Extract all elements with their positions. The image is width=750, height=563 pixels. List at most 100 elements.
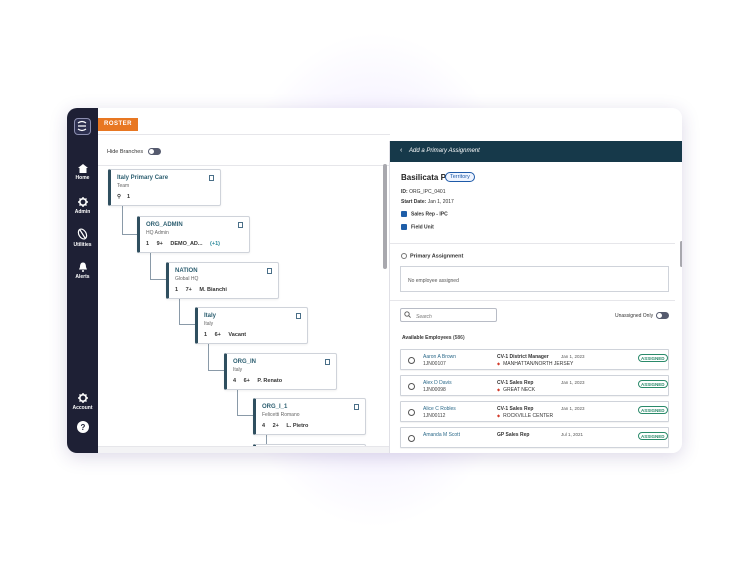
document-icon[interactable]: [209, 175, 214, 181]
select-radio[interactable]: [408, 383, 415, 390]
help-icon: ?: [76, 421, 89, 433]
start-date-label: Start Date:: [401, 199, 427, 205]
document-icon[interactable]: [325, 359, 330, 365]
nav-alerts-label: Alerts: [75, 274, 90, 280]
node-title: ORG_IN: [233, 359, 257, 365]
type-badge: Territory: [445, 172, 475, 182]
assignment-slot[interactable]: No employee assigned: [400, 266, 669, 292]
employee-name[interactable]: Amanda M Scott: [423, 432, 460, 438]
document-icon[interactable]: [354, 404, 359, 410]
employee-territory: MANHATTAN/NORTH JERSEY: [497, 361, 573, 367]
start-date: Start Date: Jan 1, 2017: [401, 199, 454, 205]
hide-branches-toggle[interactable]: [148, 148, 161, 155]
assignment-panel: ‹ Add a Primary Assignment Basilicata PC…: [389, 141, 682, 453]
nav-utilities[interactable]: Utilities: [67, 228, 98, 248]
node-subtitle: Global HQ: [175, 276, 199, 282]
top-bar: ROSTER: [98, 108, 682, 134]
select-radio[interactable]: [408, 435, 415, 442]
nav-home-label: Home: [75, 175, 90, 181]
employee-id: 1JN00098: [423, 387, 446, 393]
status-badge: ASSIGNED: [638, 406, 668, 414]
nav-admin[interactable]: Admin: [67, 197, 98, 215]
available-count: (586): [452, 335, 465, 341]
employee-territory: GREAT NECK: [497, 387, 535, 393]
node-children-count: 1: [146, 241, 150, 247]
search-icon: [404, 311, 411, 318]
select-radio[interactable]: [408, 409, 415, 416]
tree-node-card[interactable]: ORG_ADMIN HQ Admin 1 9+ DEMO_AD... (+1): [137, 216, 250, 253]
hierarchy-icon: ⚲: [117, 194, 122, 200]
role-value: Sales Rep - IPC: [411, 211, 448, 218]
node-members-count: 9+: [156, 241, 163, 247]
node-metrics: 4 6+ P. Renato: [233, 378, 288, 384]
panel-header-title: Add a Primary Assignment: [409, 148, 480, 154]
nav-admin-label: Admin: [74, 209, 91, 215]
employee-name[interactable]: Alice C Robles: [423, 406, 456, 412]
node-title: Italy Primary Care: [117, 175, 169, 181]
document-icon[interactable]: [238, 222, 243, 228]
node-title: Italy: [204, 313, 217, 319]
employee-row[interactable]: Amanda M Scott GP Sales Rep Jul 1, 2021 …: [400, 427, 669, 448]
account-gear-icon: [77, 393, 88, 403]
bell-icon: [78, 262, 87, 272]
utilities-icon: [77, 228, 88, 240]
employee-date: Jan 1, 2023: [561, 380, 585, 385]
node-members-count: 2+: [272, 423, 279, 429]
employee-search-input[interactable]: [400, 308, 497, 322]
nav-utilities-label: Utilities: [73, 242, 92, 248]
nav-home[interactable]: Home: [67, 164, 98, 181]
tree-node-card[interactable]: Italy Primary Care Team ⚲ 1: [108, 169, 221, 206]
tree-node-card[interactable]: NATION Global HQ 1 7+ M. Bianchi: [166, 262, 279, 299]
node-members-count: 7+: [185, 287, 192, 293]
employee-id: 1JN00112: [423, 413, 446, 419]
back-chevron-icon[interactable]: ‹: [400, 147, 402, 154]
employee-row[interactable]: Alice C Robles 1JN00112 CV-1 Sales Rep R…: [400, 401, 669, 422]
employee-row[interactable]: Alex D Davis 1JN00098 CV-1 Sales Rep GRE…: [400, 375, 669, 396]
employee-name[interactable]: Aaron A Brown: [423, 354, 456, 360]
document-icon[interactable]: [296, 313, 301, 319]
svg-text:?: ?: [80, 423, 85, 432]
node-members-count: 6+: [214, 332, 221, 338]
tree-node-card[interactable]: Italy Italy 1 6+ Vacant: [195, 307, 308, 344]
employee-name[interactable]: Alex D Davis: [423, 380, 452, 386]
unassigned-only-label: Unassigned Only: [615, 313, 654, 319]
help-button[interactable]: ?: [67, 421, 98, 433]
divider: [390, 243, 675, 244]
node-extra-count[interactable]: (+1): [210, 241, 220, 247]
app-logo[interactable]: [74, 118, 91, 135]
node-title: NATION: [175, 268, 198, 274]
node-title: ORG_I_1: [262, 404, 288, 410]
employee-id: 1JN00107: [423, 361, 446, 367]
node-owner: Vacant: [228, 332, 247, 338]
node-subtitle: Felicetti Romano: [262, 412, 300, 418]
panel-scrollbar[interactable]: [680, 241, 682, 267]
primary-assignment-heading: Primary Assignment: [401, 253, 463, 259]
unassigned-only-toggle[interactable]: [656, 312, 669, 319]
primary-assignment-label: Primary Assignment: [410, 253, 464, 260]
employee-role: CV-1 District Manager: [497, 354, 549, 360]
nav-alerts[interactable]: Alerts: [67, 262, 98, 280]
node-owner: DEMO_AD...: [170, 241, 203, 247]
status-badge: ASSIGNED: [638, 432, 668, 440]
node-metrics: 1 6+ Vacant: [204, 332, 252, 338]
available-label: Available Employees: [402, 335, 452, 341]
roster-tab[interactable]: ROSTER: [98, 118, 139, 131]
tree-scrollbar[interactable]: [383, 164, 387, 269]
node-subtitle: HQ Admin: [146, 230, 169, 236]
select-radio[interactable]: [408, 357, 415, 364]
document-icon[interactable]: [267, 268, 272, 274]
nav-account[interactable]: Account: [67, 393, 98, 411]
employee-date: Jul 1, 2021: [561, 432, 584, 437]
tree-node-card[interactable]: ORG_I_1 Felicetti Romano 4 2+ L. Pietro: [253, 398, 366, 435]
employee-row[interactable]: Aaron A Brown 1JN00107 CV-1 District Man…: [400, 349, 669, 370]
home-icon: [77, 164, 88, 173]
tree-node-card[interactable]: ORG_IN Italy 4 6+ P. Renato: [224, 353, 337, 390]
node-children-count: 4: [262, 423, 266, 429]
gear-icon: [77, 197, 88, 207]
nav-account-label: Account: [72, 405, 93, 411]
node-members-count: 6+: [243, 378, 250, 384]
status-badge: ASSIGNED: [638, 380, 668, 388]
node-owner: P. Renato: [257, 378, 283, 384]
available-employees-heading: Available Employees (586): [402, 335, 465, 341]
sidebar: Home Admin Utilities Alerts Account ?: [67, 108, 98, 453]
